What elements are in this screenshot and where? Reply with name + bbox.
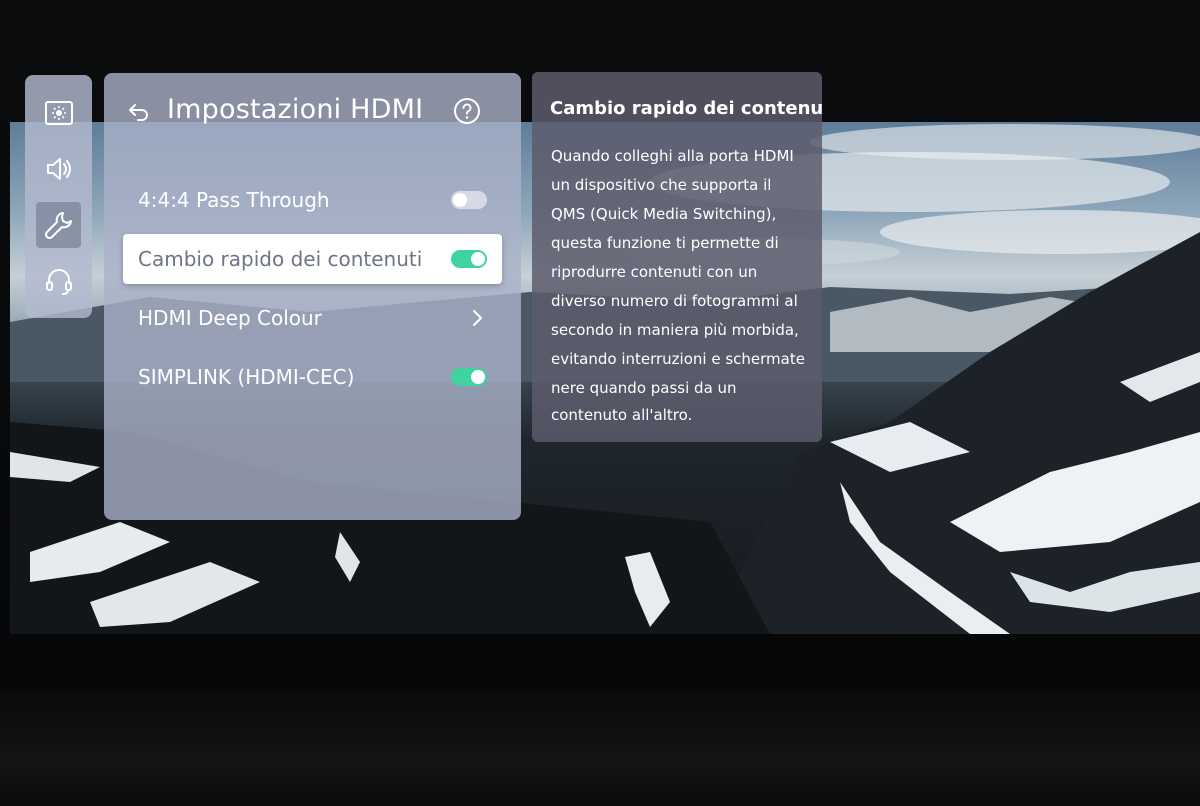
back-icon[interactable] — [126, 99, 152, 125]
toggle-knob — [471, 370, 485, 384]
help-description-panel: Cambio rapido dei contenuti Quando colle… — [532, 72, 822, 442]
help-text-line: contenuto all'altro. — [551, 406, 693, 424]
wrench-icon — [44, 212, 72, 240]
sidebar-item-general[interactable] — [36, 202, 81, 248]
chevron-right-icon — [472, 309, 483, 327]
help-text-line: nere quando passi da un — [551, 379, 737, 397]
menu-item-hdmi-deep-colour[interactable]: HDMI Deep Colour — [123, 293, 502, 343]
headset-icon — [45, 269, 72, 295]
help-title: Cambio rapido dei contenuti — [550, 98, 822, 119]
menu-item-quick-media-switching[interactable]: Cambio rapido dei contenuti — [123, 234, 502, 284]
tv-stand-reflection — [0, 690, 1200, 806]
sound-icon — [46, 158, 71, 180]
sidebar-item-picture[interactable] — [36, 90, 81, 136]
picture-icon — [44, 101, 73, 125]
settings-category-bar — [25, 75, 92, 318]
panel-header: Impostazioni HDMI — [104, 73, 521, 153]
menu-item-label: SIMPLINK (HDMI-CEC) — [138, 365, 355, 389]
simplink-toggle[interactable] — [451, 368, 487, 386]
help-text-line: QMS (Quick Media Switching), — [551, 205, 777, 223]
help-text-line: secondo in maniera più morbida, — [551, 321, 799, 339]
page-title: Impostazioni HDMI — [167, 94, 424, 125]
toggle-knob — [453, 193, 467, 207]
help-text-line: un dispositivo che supporta il — [551, 176, 772, 194]
menu-item-444-pass-through[interactable]: 4:4:4 Pass Through — [123, 175, 502, 225]
help-text-line: Quando colleghi alla porta HDMI — [551, 147, 794, 165]
help-text-line: riprodurre contenuti con un — [551, 263, 758, 281]
help-icon[interactable] — [453, 97, 481, 125]
menu-item-label: HDMI Deep Colour — [138, 306, 322, 330]
pass-through-toggle[interactable] — [451, 191, 487, 209]
menu-item-label: 4:4:4 Pass Through — [138, 188, 330, 212]
help-text-line: evitando interruzioni e schermate — [551, 350, 805, 368]
sidebar-item-sound[interactable] — [36, 146, 81, 192]
help-text-line: diverso numero di fotogrammi al — [551, 292, 798, 310]
menu-item-simplink[interactable]: SIMPLINK (HDMI-CEC) — [123, 352, 502, 402]
hdmi-settings-panel: Impostazioni HDMI 4:4:4 Pass Through Cam… — [104, 73, 521, 520]
sidebar-item-support[interactable] — [36, 258, 81, 304]
menu-item-label: Cambio rapido dei contenuti — [138, 247, 423, 271]
toggle-knob — [471, 252, 485, 266]
help-text-line: questa funzione ti permette di — [551, 234, 779, 252]
quick-media-switching-toggle[interactable] — [451, 250, 487, 268]
